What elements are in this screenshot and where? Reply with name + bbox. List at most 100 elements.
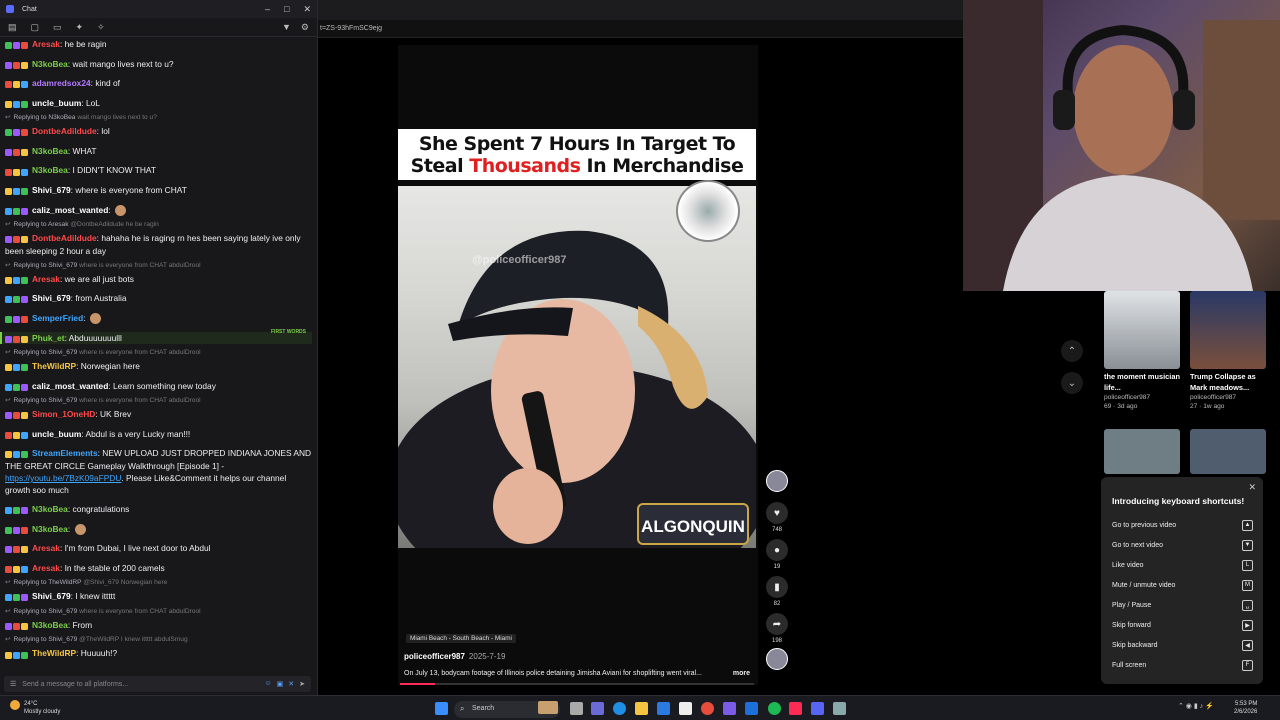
widget-icon[interactable] [538, 701, 558, 714]
chat-message[interactable]: Aresak: In the stable of 200 camels [5, 562, 312, 575]
reply-context[interactable]: ↩ Replying to Aresak @DontbeAdildude he b… [5, 220, 312, 229]
chat-username[interactable]: Aresak [32, 39, 60, 49]
chrome-icon[interactable] [701, 702, 714, 715]
chat-message[interactable]: DontbeAdildude: hahaha he is raging rn h… [5, 232, 312, 257]
notepad-icon[interactable] [679, 702, 692, 715]
chat-username[interactable]: Shivi_679 [32, 293, 71, 303]
mail-icon[interactable] [657, 702, 670, 715]
chat-message[interactable]: Simon_1OneHD: UK Brev [5, 408, 312, 421]
spotify-icon[interactable] [768, 702, 781, 715]
emote-icon[interactable]: ☺ [264, 680, 271, 688]
edge-icon[interactable] [613, 702, 626, 715]
popout-icon[interactable]: ▢ [31, 22, 40, 33]
share-icon[interactable]: ➦ [766, 613, 788, 635]
chat-username[interactable]: Aresak [32, 543, 60, 553]
close-icon[interactable]: ✕ [1248, 482, 1256, 493]
chat-username[interactable]: N3koBea [32, 524, 68, 534]
app-icon[interactable] [723, 702, 736, 715]
chat-username[interactable]: Simon_1OneHD [32, 409, 95, 419]
chat-username[interactable]: SemperFried [32, 313, 83, 323]
chat-message[interactable]: TheWildRP: Norwegian here [5, 360, 312, 373]
chat-username[interactable]: DontbeAdildude [32, 126, 97, 136]
chat-username[interactable]: uncle_buum [32, 98, 81, 108]
video-author[interactable]: policeofficer987 2025-7-19 [404, 652, 505, 661]
minimize-icon[interactable]: – [265, 4, 270, 15]
chat-username[interactable]: TheWildRP [32, 648, 76, 658]
chat-username[interactable]: Shivi_679 [32, 591, 71, 601]
file-explorer-icon[interactable] [635, 702, 648, 715]
chat-username[interactable]: N3koBea [32, 146, 68, 156]
creator-avatar[interactable] [766, 470, 788, 492]
location-tag[interactable]: Miami Beach - South Beach - Miami [406, 634, 516, 643]
chat-message-list[interactable]: Aresak: he be ragin N3koBea: wait mango l… [0, 38, 317, 675]
discord-icon[interactable] [811, 702, 824, 715]
chat-username[interactable]: Aresak [32, 563, 60, 573]
close-icon[interactable]: ✕ [303, 4, 311, 15]
clock[interactable]: 5:53 PM 2/6/2026 [1234, 700, 1257, 716]
chat-message[interactable]: SemperFried: [5, 312, 312, 325]
chat-message[interactable]: N3koBea: wait mango lives next to u? [5, 58, 312, 71]
chat-username[interactable]: N3koBea [32, 504, 68, 514]
reply-context[interactable]: ↩ Replying to TheWildRP @Shivi_679 Norweg… [5, 578, 312, 587]
reply-context[interactable]: ↩ Replying to N3koBea wait mango lives ne… [5, 113, 312, 122]
chat-message[interactable]: Phuk_et: Abduuuuuuulll FIRST WORDS [0, 329, 312, 345]
weather-widget[interactable]: 24°C Mostly cloudy [10, 700, 60, 716]
chat-username[interactable]: Phuk_et [32, 333, 65, 343]
chat-username[interactable]: N3koBea [32, 59, 68, 69]
sound-avatar[interactable] [766, 648, 788, 670]
settings-icon[interactable]: ⚙ [301, 22, 309, 33]
reply-context[interactable]: ↩ Replying to Shivi_679 @TheWildRP I knew… [5, 635, 312, 644]
sparkle-icon[interactable]: ✧ [97, 22, 105, 33]
next-video-button[interactable]: ⌄ [1061, 372, 1083, 394]
chat-message[interactable]: Aresak: I'm from Dubai, I live next door… [5, 542, 312, 555]
video-progress-bar[interactable] [400, 683, 754, 685]
platform-icon[interactable]: ✕ [288, 680, 294, 688]
recommended-thumbnail[interactable] [1104, 291, 1180, 369]
teams-icon[interactable] [591, 702, 604, 715]
gift-icon[interactable]: ▣ [277, 680, 284, 688]
video-icon[interactable]: ▭ [53, 22, 62, 33]
chat-message[interactable]: uncle_buum: Abdul is a very Lucky man!!! [5, 428, 312, 441]
reply-context[interactable]: ↩ Replying to Shivi_679 where is everyone… [5, 348, 312, 357]
chat-message[interactable]: Shivi_679: I knew ittttt [5, 590, 312, 603]
app-icon-2[interactable] [833, 702, 846, 715]
recommended-thumbnail[interactable] [1190, 291, 1266, 369]
like-icon[interactable]: ♥ [766, 502, 788, 524]
recommended-video-1[interactable]: the moment musician life... policeoffice… [1104, 291, 1182, 411]
filter-icon[interactable]: ▼ [282, 22, 291, 33]
reply-context[interactable]: ↩ Replying to Shivi_679 where is everyone… [5, 396, 312, 405]
chat-link[interactable]: https://youtu.be/7BzK09aFPDU [5, 473, 121, 483]
comment-icon[interactable]: ● [766, 539, 788, 561]
recommended-video-3[interactable] [1104, 429, 1182, 474]
bookmark-icon[interactable]: ▮ [766, 576, 788, 598]
chat-username[interactable]: Shivi_679 [32, 185, 71, 195]
reply-context[interactable]: ↩ Replying to Shivi_679 where is everyone… [5, 261, 312, 270]
chat-message[interactable]: Shivi_679: where is everyone from CHAT [5, 184, 312, 197]
chat-username[interactable]: adamredsox24 [32, 78, 91, 88]
chat-username[interactable]: TheWildRP [32, 361, 76, 371]
chat-message[interactable]: N3koBea: [5, 523, 312, 536]
streaming-app-icon[interactable] [789, 702, 802, 715]
chat-message[interactable]: N3koBea: WHAT [5, 145, 312, 158]
chat-message[interactable]: caliz_most_wanted: Learn something new t… [5, 380, 312, 393]
previous-video-button[interactable]: ⌃ [1061, 340, 1083, 362]
address-bar[interactable]: t=ZS-93hFmSC9ejg [318, 20, 963, 38]
chat-message[interactable]: N3koBea: From [5, 619, 312, 632]
chat-username[interactable]: StreamElements [32, 448, 98, 458]
recommended-video-4[interactable] [1190, 429, 1268, 474]
chat-username[interactable]: caliz_most_wanted [32, 381, 108, 391]
start-icon[interactable] [435, 702, 448, 715]
chat-username[interactable]: Aresak [32, 274, 60, 284]
chat-tab-icon[interactable]: ▤ [8, 22, 17, 33]
chat-username[interactable]: uncle_buum [32, 429, 81, 439]
steam-icon[interactable] [745, 702, 758, 715]
chat-message[interactable]: N3koBea: congratulations [5, 503, 312, 516]
maximize-icon[interactable]: □ [284, 4, 289, 15]
chat-message[interactable]: Aresak: we are all just bots [5, 273, 312, 286]
chat-message[interactable]: Shivi_679: from Australia [5, 292, 312, 305]
chat-message[interactable]: N3koBea: I DIDN'T KNOW THAT [5, 164, 312, 177]
chat-message[interactable]: Aresak: he be ragin [5, 38, 312, 51]
chat-message[interactable]: StreamElements: NEW UPLOAD JUST DROPPED … [5, 447, 312, 496]
system-tray[interactable]: ⌃ ◉ ▮ ♪ ⚡ [1178, 702, 1214, 710]
recommended-thumbnail[interactable] [1190, 429, 1266, 474]
